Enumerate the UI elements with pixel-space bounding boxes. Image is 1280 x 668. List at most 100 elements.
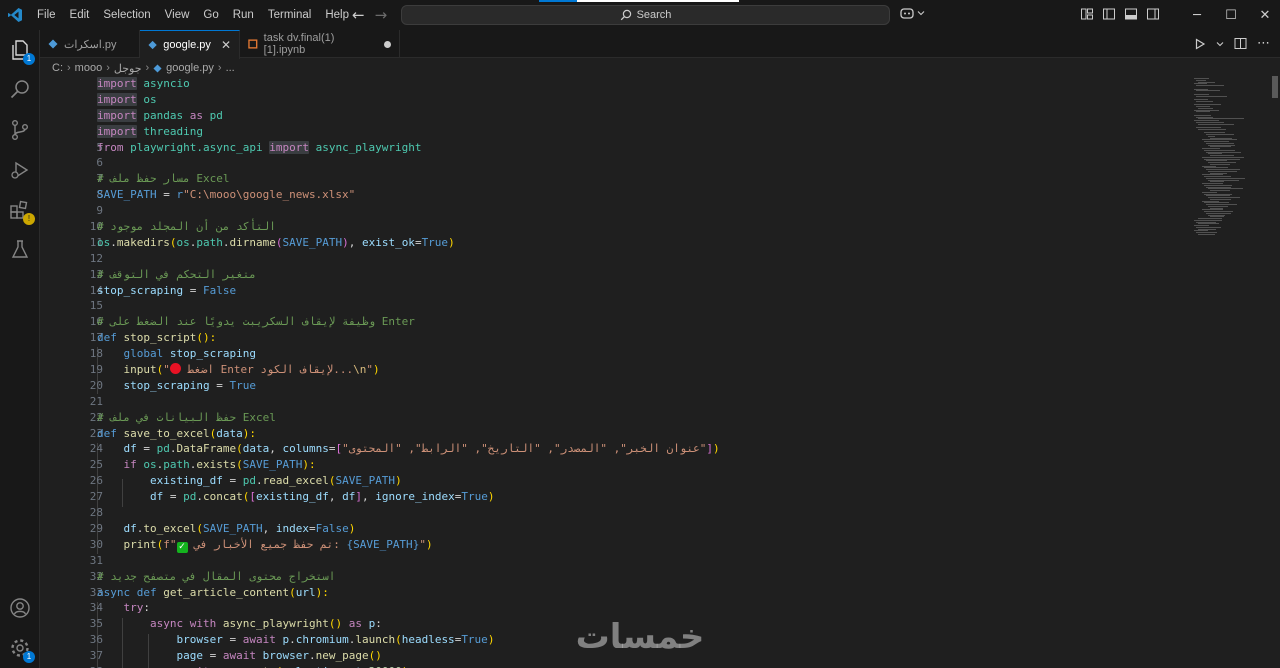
notebook-file-icon: [248, 39, 258, 49]
chevron-down-icon: [917, 11, 925, 16]
line-number: 36: [89, 633, 103, 647]
copilot-button[interactable]: [899, 6, 925, 20]
line-number: 22: [89, 410, 103, 424]
line-number: 19: [89, 363, 103, 377]
code-line: 8 SAVE_PATH = r"C:\mooo\google_news.xlsx": [40, 187, 1190, 203]
menu-file[interactable]: File: [30, 0, 63, 30]
watermark-text: خمسات: [576, 617, 705, 657]
code-line: 30 print(f" ✓ تم حفظ جميع الأخبار في: {SA…: [40, 537, 1190, 553]
code-line: 5 from playwright.async_api import async_…: [40, 140, 1190, 156]
line-number: 13: [89, 267, 103, 281]
source-control-icon[interactable]: [8, 118, 32, 142]
search-icon: [620, 9, 631, 21]
account-icon[interactable]: [8, 596, 32, 620]
minimap[interactable]: [1190, 76, 1270, 668]
red-circle-emoji-icon: [169, 363, 181, 375]
code-line: 20 stop_scraping = True: [40, 378, 1190, 394]
minimap-line: [1196, 85, 1224, 86]
extensions-icon[interactable]: !: [8, 198, 35, 225]
chevron-down-icon[interactable]: [1216, 40, 1224, 48]
code-line: 6: [40, 155, 1190, 171]
line-number: 35: [89, 617, 103, 631]
watermark-logo: خمسات: [560, 612, 720, 662]
minimize-icon[interactable]: ─: [1180, 8, 1214, 23]
extensions-warning-badge: !: [23, 213, 35, 225]
breadcrumb-symbol[interactable]: ...: [226, 62, 235, 74]
tab-notebook[interactable]: task dv.final(1)[1].ipynb: [240, 30, 400, 58]
line-number: 18: [89, 347, 103, 361]
line-number: 24: [89, 442, 103, 456]
breadcrumb-folder-arabic[interactable]: جوجل: [114, 62, 142, 75]
unsaved-dot-icon[interactable]: [384, 40, 391, 48]
menu-run[interactable]: Run: [226, 0, 261, 30]
breadcrumb: C: › mooo › جوجل › google.py › ...: [40, 58, 1190, 78]
code-line: 32 # استخراج محتوى المقال في متصفح جديد: [40, 569, 1190, 585]
line-number: 9: [96, 204, 103, 218]
command-center-search[interactable]: Search: [401, 5, 890, 25]
code-line: 38 await page.goto(url, timeout=30000): [40, 664, 1190, 668]
code-line: 24 df = pd.DataFrame(data, columns=["عنو…: [40, 441, 1190, 457]
menu-selection[interactable]: Selection: [96, 0, 157, 30]
tab-arabic-py[interactable]: اسكرات.py: [40, 30, 140, 58]
menu-terminal[interactable]: Terminal: [261, 0, 318, 30]
line-number: 28: [89, 506, 103, 520]
line-number: 8: [96, 188, 103, 202]
more-actions-icon[interactable]: ⋯: [1257, 36, 1270, 51]
editor-scrollbar-thumb[interactable]: [1272, 76, 1278, 98]
line-number: 20: [89, 378, 103, 392]
breadcrumb-folder-mooo[interactable]: mooo: [75, 62, 103, 74]
toggle-panel-icon[interactable]: [1124, 7, 1138, 21]
line-number: 37: [89, 649, 103, 663]
code-line: 29 df.to_excel(SAVE_PATH, index=False): [40, 521, 1190, 537]
run-file-icon[interactable]: [1194, 37, 1206, 50]
maximize-icon[interactable]: ☐: [1214, 8, 1248, 23]
testing-flask-icon[interactable]: [8, 238, 32, 262]
line-number: 5: [96, 140, 103, 154]
minimap-line: [1198, 233, 1215, 235]
menu-edit[interactable]: Edit: [63, 0, 97, 30]
minimap-line: [1196, 90, 1220, 92]
code-line: 9: [40, 203, 1190, 219]
tab-google-py[interactable]: google.py ✕: [140, 30, 240, 59]
line-number: 21: [89, 394, 103, 408]
menu-help[interactable]: Help: [318, 0, 356, 30]
run-debug-icon[interactable]: [8, 158, 32, 182]
line-number: 27: [89, 490, 103, 504]
copilot-icon: [900, 8, 914, 19]
breadcrumb-drive[interactable]: C:: [52, 62, 63, 74]
menu-go[interactable]: Go: [196, 0, 225, 30]
explorer-icon[interactable]: 1: [8, 38, 35, 65]
split-editor-icon[interactable]: [1234, 37, 1247, 50]
toggle-secondary-sidebar-icon[interactable]: [1146, 7, 1160, 21]
close-icon[interactable]: ✕: [221, 38, 231, 52]
menu-view[interactable]: View: [158, 0, 197, 30]
chevron-right-icon: ›: [106, 62, 110, 74]
activity-bar: 1 ! 1: [0, 30, 40, 668]
back-arrow-icon[interactable]: ←: [352, 6, 365, 24]
menu-bar: File Edit Selection View Go Run Terminal…: [30, 0, 356, 30]
explorer-badge: 1: [23, 53, 35, 65]
line-number: 38: [40, 664, 103, 668]
toggle-primary-sidebar-icon[interactable]: [1102, 7, 1116, 21]
minimap-line: [1198, 128, 1226, 130]
code-line: 3import pandas as pd: [40, 108, 1190, 124]
code-line: 7 # مسار حفظ ملف Excel: [40, 171, 1190, 187]
line-number: 34: [89, 601, 103, 615]
code-line: 31: [40, 553, 1190, 569]
minimap-line: [1198, 123, 1234, 125]
search-view-icon[interactable]: [8, 78, 32, 102]
code-line: 12: [40, 251, 1190, 267]
progress-indicator: [539, 0, 739, 2]
code-line: 15: [40, 298, 1190, 314]
code-line: 27 df = pd.concat([existing_df, df], ign…: [40, 489, 1190, 505]
customize-layout-icon[interactable]: [1080, 7, 1094, 21]
code-line: 4import threading: [40, 124, 1190, 140]
code-line: 17 def stop_script():: [40, 330, 1190, 346]
close-window-icon[interactable]: ✕: [1248, 8, 1280, 23]
breadcrumb-file[interactable]: google.py: [166, 62, 214, 74]
code-editor[interactable]: 1import asyncio 2import os 3import panda…: [40, 76, 1190, 668]
forward-arrow-icon[interactable]: →: [375, 6, 388, 24]
line-number: 11: [89, 235, 103, 249]
tab-label: task dv.final(1)[1].ipynb: [263, 32, 335, 56]
manage-gear-icon[interactable]: 1: [8, 636, 35, 663]
